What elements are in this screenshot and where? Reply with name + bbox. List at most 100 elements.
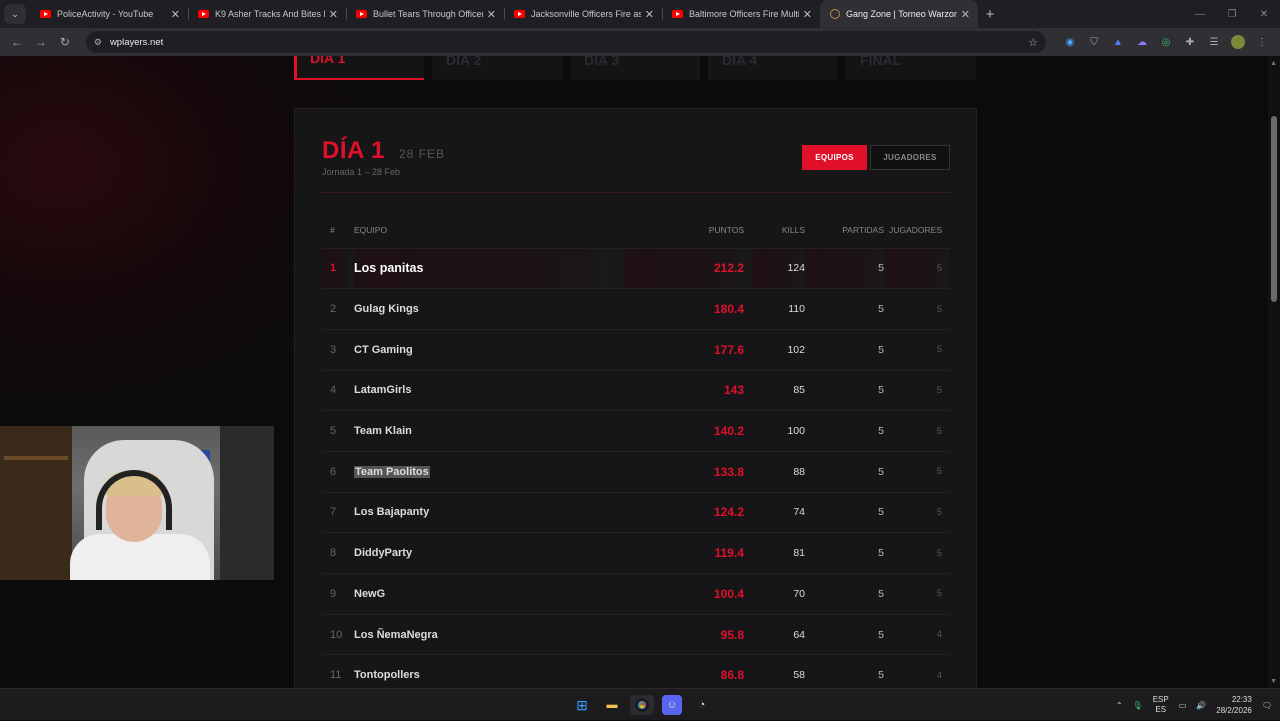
cell-games: 5 — [805, 532, 884, 574]
chrome-icon[interactable] — [630, 695, 654, 715]
tab-final[interactable]: FINAL — [846, 56, 976, 80]
cell-games: 5 — [805, 450, 884, 493]
tab-title: Bullet Tears Through Officers H — [373, 9, 483, 19]
teams-toggle-button[interactable]: EQUIPOS — [802, 145, 867, 170]
volume-icon[interactable]: 🔊 — [1196, 701, 1206, 710]
reload-button[interactable]: ↻ — [54, 31, 76, 53]
browser-tab[interactable]: PoliceActivity - YouTube ✕ — [30, 0, 188, 28]
tab-dia-3[interactable]: DÍA 3 — [570, 56, 700, 80]
tab-dia-4[interactable]: DÍA 4 — [708, 56, 838, 80]
close-window-button[interactable]: ✕ — [1248, 0, 1280, 28]
table-row[interactable]: 4 LatamGirls 143 85 5 5 — [322, 369, 950, 411]
selected-team-text: Team Paolitos — [354, 465, 430, 478]
cell-players: 5 — [884, 573, 950, 615]
tray-overflow-chevron-icon[interactable]: ⌃ — [1116, 701, 1123, 710]
tab-close-icon[interactable]: ✕ — [961, 8, 970, 21]
windows-start-icon[interactable]: ⊞ — [570, 695, 594, 715]
table-row[interactable]: 1 Los panitas 212.2 124 5 5 — [322, 247, 950, 289]
extension-sound-icon[interactable]: ◉ — [1058, 37, 1082, 48]
tab-dia-2[interactable]: DÍA 2 — [432, 56, 562, 80]
cell-team: Team Klain — [354, 410, 624, 452]
extension-cloud-icon[interactable]: ☁ — [1130, 37, 1154, 48]
extension-wifi-icon[interactable]: ◎ — [1154, 37, 1178, 48]
scroll-down-arrow-icon[interactable]: ▼ — [1270, 678, 1277, 685]
table-row[interactable]: 5 Team Klain 140.2 100 5 5 — [322, 410, 950, 452]
cell-kills: 74 — [752, 491, 805, 533]
cell-players: 4 — [884, 613, 950, 655]
table-row[interactable]: 6 Team Paolitos 133.8 88 5 5 — [322, 450, 950, 493]
header-games[interactable]: PARTIDAS — [805, 212, 884, 248]
profile-avatar[interactable] — [1226, 35, 1250, 49]
table-row[interactable]: 7 Los Bajapanty 124.2 74 5 5 — [322, 491, 950, 533]
tab-search-button[interactable]: ⌄ — [4, 4, 26, 24]
scrollbar-thumb[interactable] — [1271, 116, 1277, 302]
tab-close-icon[interactable]: ✕ — [487, 8, 496, 21]
discord-icon[interactable]: ☺ — [662, 695, 682, 715]
cell-points: 143 — [624, 369, 752, 411]
language-indicator[interactable]: ESP ES — [1153, 695, 1169, 715]
header-team[interactable]: EQUIPO — [354, 212, 624, 248]
browser-tab[interactable]: K9 Asher Tracks And Bites Fleei ✕ — [188, 0, 346, 28]
tab-close-icon[interactable]: ✕ — [645, 8, 654, 21]
header-rank[interactable]: # — [322, 212, 354, 248]
tab-title: Gang Zone | Torneo Warzone — [846, 9, 957, 19]
browser-tab[interactable]: Gang Zone | Torneo Warzone ✕ — [820, 0, 978, 28]
table-row[interactable]: 11 Tontopollers 86.8 58 5 4 — [322, 654, 950, 688]
browser-menu-icon[interactable]: ⋮ — [1250, 37, 1274, 48]
extension-rocket-icon[interactable]: ▲ — [1106, 37, 1130, 48]
extension-shield-icon[interactable]: ⛉ — [1082, 37, 1106, 48]
notifications-icon[interactable]: 🗨 — [1262, 701, 1272, 710]
header-kills[interactable]: KILLS — [752, 212, 805, 248]
header-points[interactable]: PUNTOS — [624, 212, 752, 248]
cell-rank: 8 — [322, 532, 354, 574]
cell-rank: 5 — [322, 410, 354, 452]
cell-kills: 100 — [752, 410, 805, 452]
minimize-button[interactable]: — — [1184, 0, 1216, 28]
browser-tab[interactable]: Bullet Tears Through Officers H ✕ — [346, 0, 504, 28]
cell-kills: 88 — [752, 450, 805, 493]
cell-players: 5 — [884, 288, 950, 330]
forward-button[interactable]: → — [30, 31, 52, 53]
cell-rank: 11 — [322, 654, 354, 688]
browser-tab[interactable]: Baltimore Officers Fire Multiple ✕ — [662, 0, 820, 28]
cell-games: 5 — [805, 410, 884, 452]
reading-list-icon[interactable]: ☰ — [1202, 37, 1226, 48]
day-date: 28 FEB — [399, 147, 446, 161]
tab-close-icon[interactable]: ✕ — [171, 8, 180, 21]
cell-points: 140.2 — [624, 410, 752, 452]
back-button[interactable]: ← — [6, 31, 28, 53]
cell-rank: 3 — [322, 328, 354, 371]
cell-team: Los panitas — [354, 247, 624, 289]
table-row[interactable]: 8 DiddyParty 119.4 81 5 5 — [322, 532, 950, 574]
table-row[interactable]: 10 Los ÑemaNegra 95.8 64 5 4 — [322, 613, 950, 655]
browser-tab[interactable]: Jacksonville Officers Fire as Kni ✕ — [504, 0, 662, 28]
cell-points: 212.2 — [624, 247, 752, 289]
cell-games: 5 — [805, 613, 884, 655]
new-tab-button[interactable]: + — [978, 0, 1002, 28]
table-row[interactable]: 9 NewG 100.4 70 5 5 — [322, 573, 950, 615]
bookmark-star-icon[interactable]: ☆ — [1028, 36, 1038, 49]
file-explorer-icon[interactable]: ▬ — [600, 695, 624, 715]
network-icon[interactable]: ▭ — [1179, 701, 1187, 710]
extensions-puzzle-icon[interactable]: ✚ — [1178, 37, 1202, 48]
youtube-icon — [40, 10, 51, 18]
webcam-shelf — [0, 426, 72, 580]
app-clock-icon[interactable]: ◔ — [690, 695, 714, 715]
tab-close-icon[interactable]: ✕ — [329, 8, 338, 21]
microphone-icon[interactable]: 🎙 — [1133, 701, 1143, 710]
cell-kills: 85 — [752, 369, 805, 411]
scroll-up-arrow-icon[interactable]: ▲ — [1270, 60, 1277, 67]
maximize-button[interactable]: ❐ — [1216, 0, 1248, 28]
tab-close-icon[interactable]: ✕ — [803, 8, 812, 21]
site-info-icon[interactable]: ⚙ — [94, 37, 102, 48]
address-bar[interactable]: ⚙ wplayers.net ☆ — [85, 31, 1046, 53]
table-row[interactable]: 3 CT Gaming 177.6 102 5 5 — [322, 328, 950, 371]
header-players[interactable]: JUGADORES — [884, 212, 950, 248]
cell-kills: 102 — [752, 328, 805, 371]
players-toggle-button[interactable]: JUGADORES — [870, 145, 950, 170]
clock[interactable]: 22:33 28/2/2026 — [1216, 694, 1252, 716]
cell-players: 5 — [884, 491, 950, 533]
table-row[interactable]: 2 Gulag Kings 180.4 110 5 5 — [322, 288, 950, 330]
webcam-background — [220, 426, 274, 580]
tab-dia-1[interactable]: DÍA 1 — [294, 56, 424, 80]
